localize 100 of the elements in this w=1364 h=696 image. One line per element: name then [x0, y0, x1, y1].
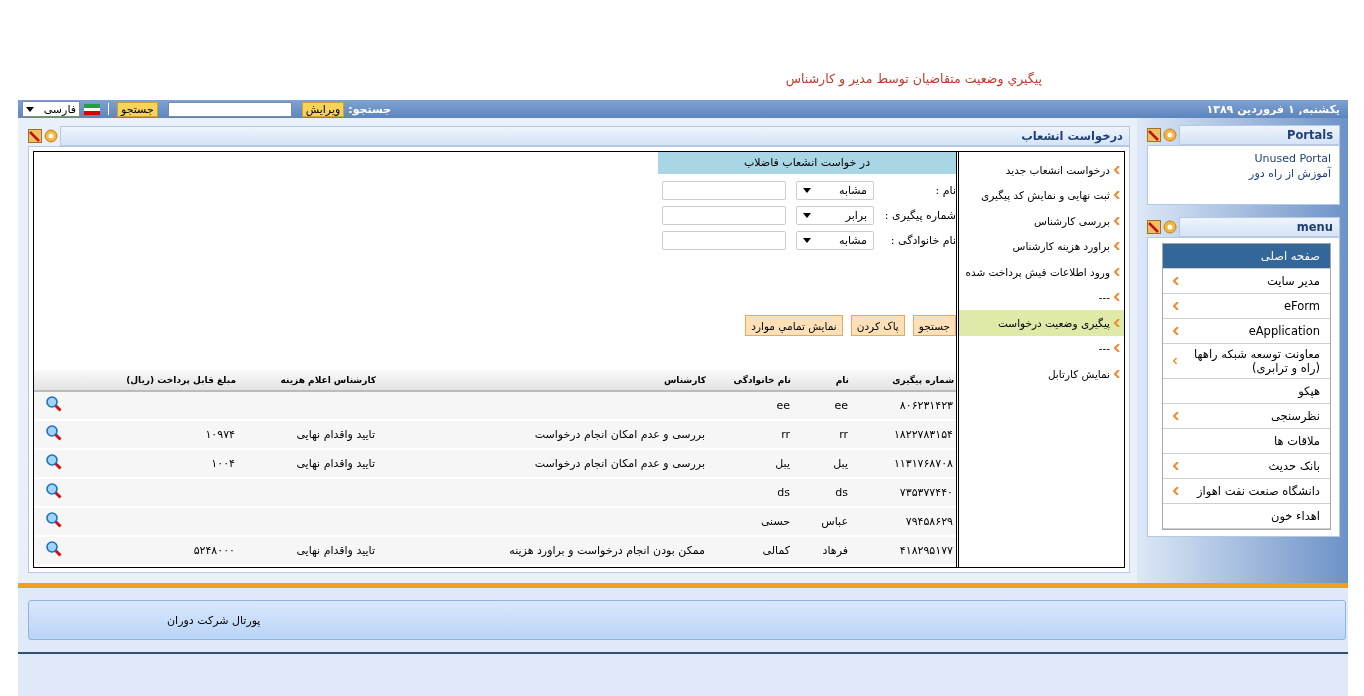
edit-icon[interactable] — [28, 129, 42, 143]
chevron-icon — [1173, 327, 1179, 335]
search-icon[interactable] — [46, 454, 62, 470]
table-cell: ۸۰۶۲۳۱۴۲۳ — [851, 391, 956, 420]
operator-select[interactable]: مشابه — [796, 181, 874, 200]
column-header: نام — [793, 370, 851, 391]
table-cell: عباس — [793, 507, 851, 536]
page-caption: پيگيري وضعيت متقاضيان توسط مدير و كارشناس — [785, 71, 1042, 86]
field-label: نام : — [934, 184, 956, 197]
language-select[interactable]: فارسی — [22, 101, 80, 117]
table-cell: حسنی — [708, 507, 793, 536]
footer-text: پورتال شرکت دوران — [167, 613, 261, 627]
table-cell: ۱۰۹۷۴ — [83, 420, 238, 449]
search-icon[interactable] — [46, 541, 62, 557]
table-cell: تایید واقدام نهایی — [238, 420, 378, 449]
nav-link[interactable]: بررسی کارشناس — [959, 208, 1124, 234]
field-label: شماره پیگیری : — [883, 209, 956, 222]
portal-link[interactable]: آموزش از راه دور — [1156, 167, 1331, 180]
chevron-icon — [1173, 487, 1179, 495]
nav-link[interactable]: ورود اطلاعات فیش پرداخت شده — [959, 259, 1124, 285]
column-header: کارشناس — [378, 370, 708, 391]
search-button[interactable]: جستجو — [117, 101, 158, 117]
table-cell: کمالی — [708, 536, 793, 565]
table-cell: ۱۸۲۲۷۸۳۱۵۴ — [851, 420, 956, 449]
search-icon[interactable] — [46, 425, 62, 441]
search-label: جستجو: — [348, 102, 392, 116]
column-header: کارشناس اعلام هزینه — [238, 370, 378, 391]
nav-link[interactable]: براورد هزینه کارشناس — [959, 233, 1124, 259]
form-heading: در خواست انشعاب فاضلاب — [658, 152, 956, 174]
column-header: نام خانوادگی — [708, 370, 793, 391]
caret-icon — [803, 238, 811, 243]
table-cell: تایید واقدام نهایی — [238, 536, 378, 565]
table-cell: ۴۱۸۲۹۵۱۷۷ — [851, 536, 956, 565]
chevron-icon — [1173, 357, 1178, 365]
chevron-icon — [1173, 277, 1179, 285]
table-cell: ۱۱۳۱۷۶۸۷۰۸ — [851, 449, 956, 478]
table-cell: ۷۳۵۳۷۷۴۴۰ — [851, 478, 956, 507]
nav-link[interactable]: پیگیری وضعیت درخواست — [959, 310, 1124, 336]
table-cell: یبل — [708, 449, 793, 478]
form-button[interactable]: پاک کردن — [850, 315, 905, 336]
nav-link[interactable]: --- — [959, 284, 1124, 310]
operator-select[interactable]: برابر — [796, 206, 874, 225]
portal-link[interactable]: Unused Portal — [1156, 152, 1331, 165]
column-header: شماره پیگیری — [851, 370, 956, 391]
search-icon[interactable] — [46, 396, 62, 412]
nav-link[interactable]: نمایش کارتابل — [959, 361, 1124, 387]
form-button[interactable]: نمايش تمامي موارد — [745, 315, 843, 336]
table-cell: ۱۰۰۴ — [83, 449, 238, 478]
input-field[interactable] — [662, 181, 786, 200]
chevron-icon — [1114, 216, 1120, 225]
chevron-icon — [1173, 412, 1179, 420]
settings-icon[interactable] — [1163, 220, 1177, 234]
edit-button[interactable]: ويرايش — [301, 101, 345, 117]
chevron-icon — [1114, 293, 1120, 302]
search-field[interactable] — [167, 101, 292, 117]
table-cell: ee — [708, 391, 793, 420]
table-cell: تایید واقدام نهایی — [238, 449, 378, 478]
edit-icon[interactable] — [1147, 220, 1161, 234]
column-header — [34, 370, 83, 391]
table-cell: ee — [793, 391, 851, 420]
nav-link[interactable]: ثبت نهایی و نمایش کد پیگیری — [959, 182, 1124, 208]
chevron-icon — [1114, 344, 1120, 353]
chevron-icon — [1114, 369, 1120, 378]
chevron-icon — [1114, 318, 1120, 327]
field-label: نام خانوادگی : — [889, 234, 956, 247]
panel-title: درخواست انشعاب — [60, 126, 1130, 146]
search-icon[interactable] — [46, 483, 62, 499]
settings-icon[interactable] — [1163, 128, 1177, 142]
operator-select[interactable]: مشابه — [796, 231, 874, 250]
chevron-icon — [1114, 267, 1120, 276]
caret-icon — [803, 213, 811, 218]
chevron-icon — [1114, 242, 1120, 251]
table-cell: rr — [708, 420, 793, 449]
search-icon[interactable] — [46, 512, 62, 528]
nav-link[interactable]: درخواست انشعاب جدید — [959, 157, 1124, 183]
flag-icon[interactable] — [84, 103, 100, 115]
menu-item[interactable]: صفحه اصلی — [1163, 244, 1330, 269]
settings-icon[interactable] — [44, 129, 58, 143]
input-field[interactable] — [662, 231, 786, 250]
table-cell: ds — [793, 478, 851, 507]
panel-title: Portals — [1179, 125, 1340, 145]
input-field[interactable] — [662, 206, 786, 225]
nav-link[interactable]: --- — [959, 335, 1124, 361]
table-cell: ds — [708, 478, 793, 507]
caret-icon — [803, 188, 811, 193]
table-cell: فرهاد — [793, 536, 851, 565]
chevron-icon — [1173, 462, 1179, 470]
table-cell: یبل — [793, 449, 851, 478]
table-cell: بررسی و عدم امکان انجام درخواست — [378, 420, 708, 449]
edit-icon[interactable] — [1147, 128, 1161, 142]
date-text: یکشنبه, ۱ فروردین ۱۳۸۹ — [1206, 102, 1340, 116]
form-button[interactable]: جستجو — [912, 315, 956, 336]
panel-title: menu — [1179, 217, 1340, 237]
table-cell: ۷۹۴۵۸۶۲۹ — [851, 507, 956, 536]
chevron-icon — [1173, 302, 1179, 310]
table-cell: بررسی و عدم امکان انجام درخواست — [378, 449, 708, 478]
table-cell: ۵۲۴۸۰۰۰ — [83, 536, 238, 565]
table-cell: ممکن بودن انجام درخواست و براورد هزینه — [378, 536, 708, 565]
caret-icon — [26, 106, 34, 112]
chevron-icon — [1114, 165, 1120, 174]
